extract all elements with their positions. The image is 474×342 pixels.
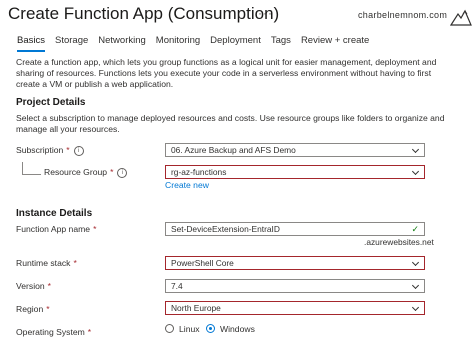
required-mark: * <box>66 145 70 155</box>
tab-tags[interactable]: Tags <box>266 34 296 52</box>
resource-group-select[interactable]: rg-az-functions <box>165 165 425 179</box>
region-value: North Europe <box>171 303 221 313</box>
version-label-text: Version <box>16 281 45 291</box>
os-label: Operating System * <box>16 327 91 337</box>
tab-deployment[interactable]: Deployment <box>205 34 266 52</box>
region-label-text: Region <box>16 304 44 314</box>
required-mark: * <box>73 258 77 268</box>
checkmark-icon: ✓ <box>411 224 419 234</box>
region-label: Region * <box>16 304 50 314</box>
resource-group-label-text: Resource Group <box>44 167 108 177</box>
version-label: Version * <box>16 281 51 291</box>
app-name-suffix: .azurewebsites.net <box>364 237 434 247</box>
tab-networking[interactable]: Networking <box>93 34 151 52</box>
tab-storage[interactable]: Storage <box>50 34 93 52</box>
instance-details-heading: Instance Details <box>16 208 93 219</box>
subscription-select[interactable]: 06. Azure Backup and AFS Demo <box>165 143 425 157</box>
radio-selected-icon[interactable] <box>206 324 215 333</box>
required-mark: * <box>93 224 97 234</box>
app-name-value: Set-DeviceExtension-EntraID <box>171 224 280 234</box>
project-details-heading: Project Details <box>16 97 86 108</box>
os-option-linux[interactable]: Linux <box>165 324 200 334</box>
required-mark: * <box>87 327 92 337</box>
info-icon[interactable]: i <box>117 168 128 178</box>
required-mark: * <box>47 281 52 291</box>
radio-icon[interactable] <box>165 324 174 333</box>
subscription-label: Subscription * i <box>16 145 84 156</box>
version-select[interactable]: 7.4 <box>165 279 425 293</box>
region-select[interactable]: North Europe <box>165 301 425 315</box>
tree-connector <box>22 162 41 175</box>
runtime-label: Runtime stack * <box>16 258 77 268</box>
required-mark: * <box>46 304 50 314</box>
os-option-windows[interactable]: Windows <box>206 324 255 334</box>
subscription-value: 06. Azure Backup and AFS Demo <box>171 145 296 155</box>
page-title: Create Function App (Consumption) <box>8 4 280 23</box>
version-value: 7.4 <box>171 281 183 291</box>
tab-basics[interactable]: Basics <box>12 34 50 52</box>
runtime-value: PowerShell Core <box>171 258 234 268</box>
project-details-description: Select a subscription to manage deployed… <box>16 113 445 134</box>
more-options-button[interactable]: ··· <box>258 6 273 20</box>
create-new-link[interactable]: Create new <box>165 180 209 190</box>
tab-review-create[interactable]: Review + create <box>296 34 374 52</box>
intro-text: Create a function app, which lets you gr… <box>16 57 437 89</box>
info-icon[interactable]: i <box>73 146 84 156</box>
resource-group-value: rg-az-functions <box>171 167 227 177</box>
os-option-label: Windows <box>220 324 255 334</box>
os-option-label: Linux <box>179 324 200 334</box>
app-name-label: Function App name * <box>16 224 96 234</box>
function-app-name-input[interactable]: Set-DeviceExtension-EntraID ✓ <box>165 222 425 236</box>
resource-group-label: Resource Group * i <box>44 167 128 178</box>
tab-monitoring[interactable]: Monitoring <box>151 34 205 52</box>
tab-bar: Basics Storage Networking Monitoring Dep… <box>12 34 374 52</box>
watermark-text: charbelnemnom.com <box>358 10 448 20</box>
subscription-label-text: Subscription <box>16 145 64 155</box>
runtime-stack-select[interactable]: PowerShell Core <box>165 256 425 270</box>
app-name-label-text: Function App name <box>16 224 91 234</box>
os-label-text: Operating System <box>16 327 85 337</box>
runtime-label-text: Runtime stack <box>16 258 71 268</box>
mountain-icon <box>450 9 472 26</box>
required-mark: * <box>110 167 114 177</box>
